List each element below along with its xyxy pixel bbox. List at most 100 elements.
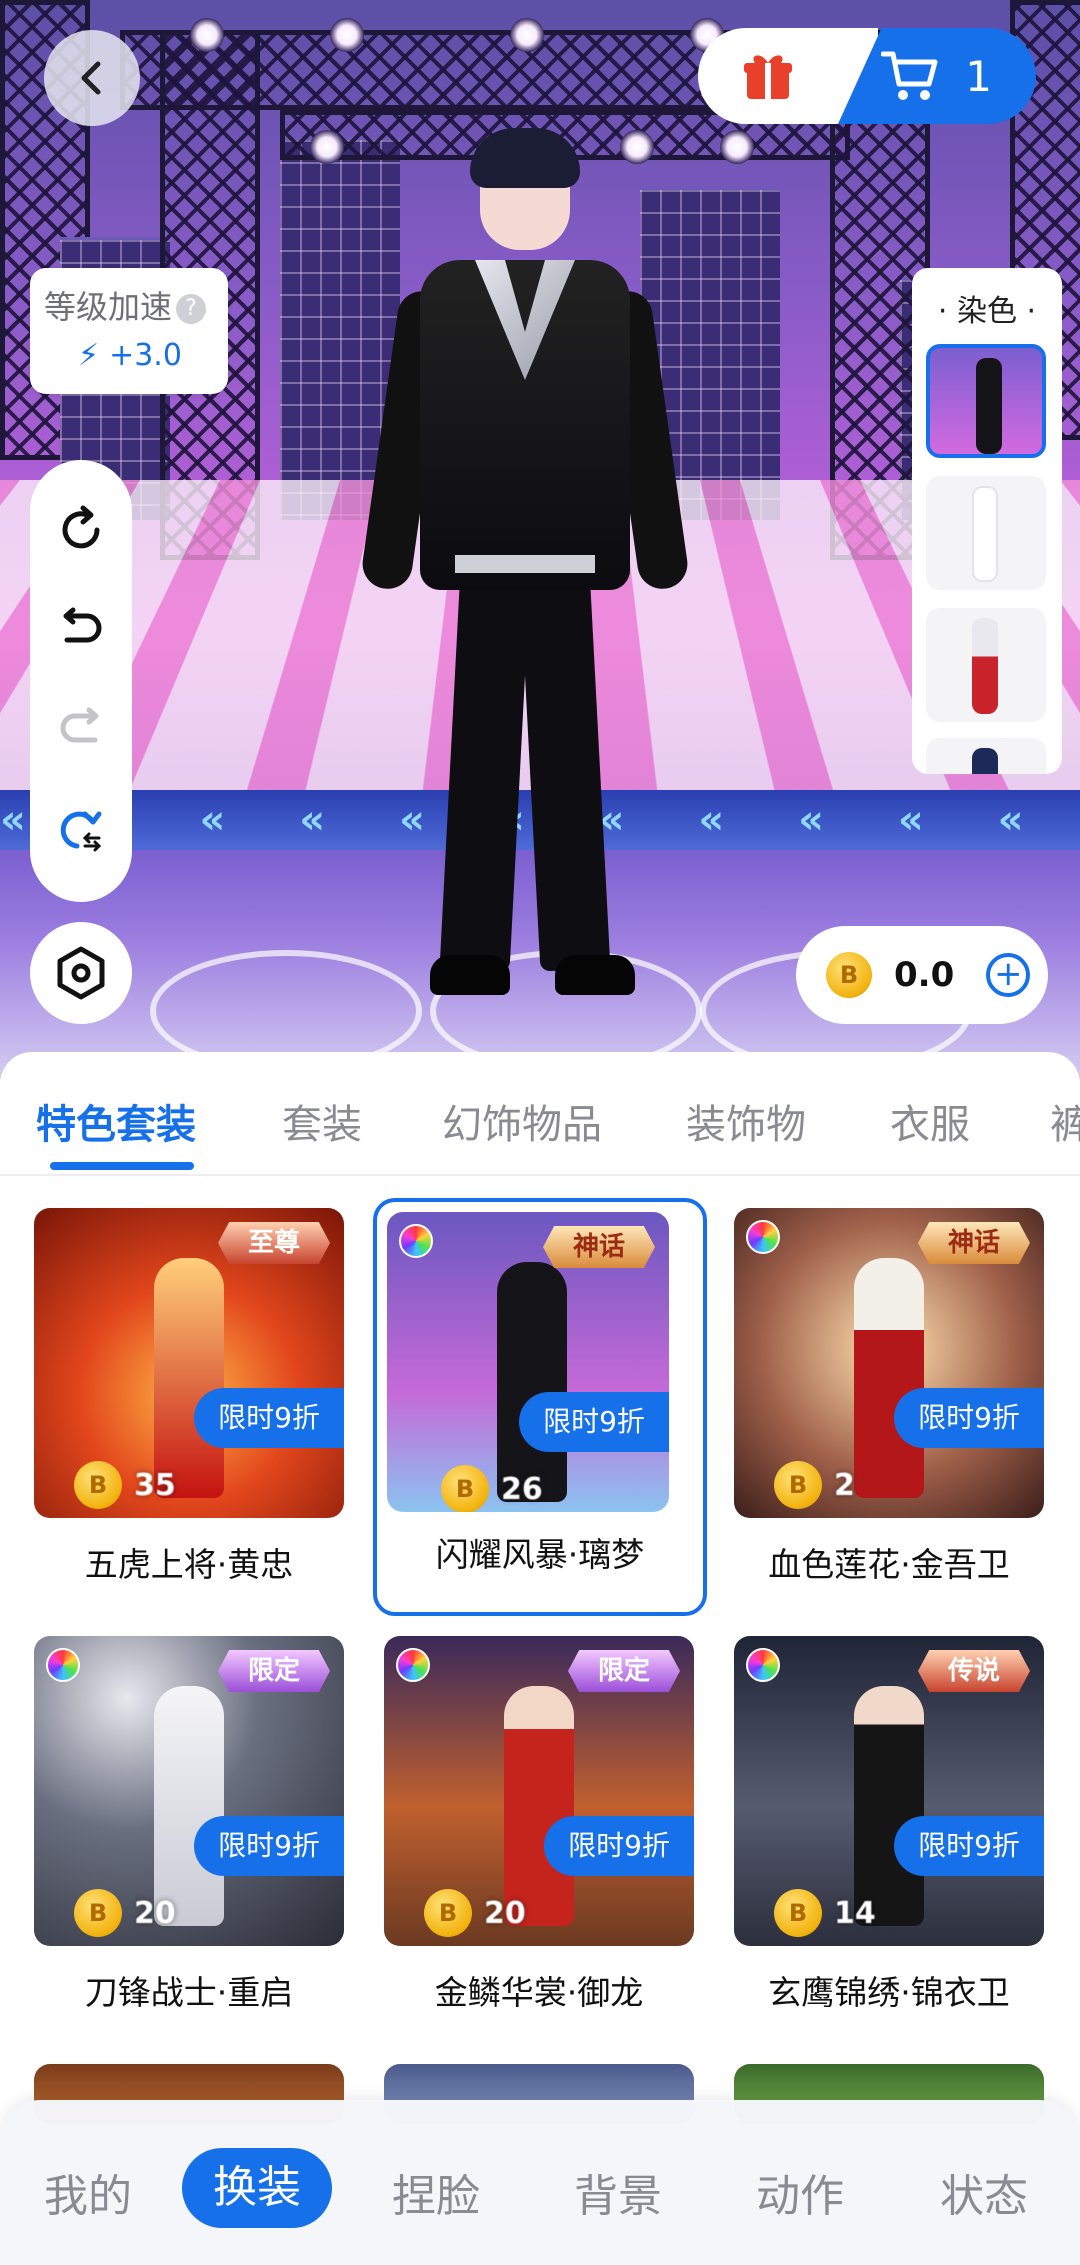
rarity-badge: 神话 xyxy=(543,1226,655,1268)
tab-clothes[interactable]: 衣服 xyxy=(890,1092,970,1150)
outfit-card-selected[interactable]: 神话 限时9折 B 26 闪耀风暴·璃梦 xyxy=(373,1198,707,1616)
discount-badge: 限时9折 xyxy=(194,1388,344,1448)
outfit-card-art: 神话 限时9折 B 2 xyxy=(734,1208,1044,1518)
discount-badge: 限时9折 xyxy=(519,1392,669,1452)
outfit-card-art: 至尊 限时9折 B 35 xyxy=(34,1208,344,1518)
price-value: 20 xyxy=(134,1895,176,1931)
discount-badge: 限时9折 xyxy=(894,1816,1044,1876)
avatar-leg xyxy=(519,568,611,972)
rarity-badge: 至尊 xyxy=(218,1222,330,1264)
discount-badge: 限时9折 xyxy=(544,1816,694,1876)
dye-available-icon xyxy=(399,1224,433,1258)
undo-icon xyxy=(63,607,102,643)
rarity-badge: 限定 xyxy=(568,1650,680,1692)
outfit-name: 血色莲花·金吾卫 xyxy=(768,1545,1010,1584)
outfit-card[interactable]: 限定 限时9折 B 20 刀锋战士·重启 xyxy=(34,1636,344,2036)
reset-pose-button[interactable] xyxy=(41,790,121,870)
level-boost-card[interactable]: 等级加速? ⚡ +3.0 xyxy=(30,268,228,394)
dye-available-icon xyxy=(46,1648,80,1682)
plus-icon[interactable]: + xyxy=(986,953,1031,997)
stage-light xyxy=(510,18,544,52)
price-value: 14 xyxy=(834,1895,876,1931)
dye-available-icon xyxy=(746,1220,780,1254)
dye-available-icon xyxy=(746,1648,780,1682)
tab-illusion-items[interactable]: 幻饰物品 xyxy=(442,1092,602,1150)
nav-action[interactable]: 动作 xyxy=(756,2160,844,2224)
undo-button[interactable] xyxy=(41,590,121,670)
price-tag: B 14 xyxy=(774,1888,876,1938)
tabs-divider xyxy=(0,1174,1080,1176)
reset-pose-icon xyxy=(60,811,102,852)
coin-icon: B xyxy=(774,1461,822,1509)
stage-light xyxy=(330,18,364,52)
wardrobe-sheet: 特色套装 套装 幻饰物品 装饰物 衣服 裤 至尊 限时9折 B 35 五虎上将·… xyxy=(0,1052,1080,2265)
tab-pants[interactable]: 裤 xyxy=(1050,1092,1080,1150)
refresh-button[interactable] xyxy=(41,490,121,570)
price-tag: B 35 xyxy=(74,1460,176,1510)
outfit-card-art: 神话 限时9折 B 26 xyxy=(387,1212,669,1512)
nav-face[interactable]: 捏脸 xyxy=(392,2160,480,2224)
price-tag: B 2 xyxy=(774,1460,855,1510)
outfit-card[interactable]: 传说 限时9折 B 14 玄鹰锦绣·锦衣卫 xyxy=(734,1636,1044,2036)
outfit-card[interactable]: 至尊 限时9折 B 35 五虎上将·黄忠 xyxy=(34,1208,344,1608)
level-boost-value-row: ⚡ +3.0 xyxy=(78,338,182,373)
dye-thumbnail[interactable] xyxy=(926,476,1046,590)
discount-badge: 限时9折 xyxy=(894,1388,1044,1448)
level-boost-label: 等级加速 xyxy=(44,288,173,326)
redo-button[interactable] xyxy=(41,690,121,770)
tab-accessories[interactable]: 装饰物 xyxy=(686,1092,806,1150)
back-arrow-icon xyxy=(81,61,101,95)
settings-button[interactable] xyxy=(30,922,132,1024)
outfit-card-art: 传说 限时9折 B 14 xyxy=(734,1636,1044,1946)
coin-icon: B xyxy=(424,1889,472,1937)
tab-sets[interactable]: 套装 xyxy=(282,1092,362,1150)
outfit-name: 玄鹰锦绣·锦衣卫 xyxy=(768,1973,1010,2012)
outfit-card[interactable]: 限定 限时9折 B 20 金鳞华裳·御龙 xyxy=(384,1636,694,2036)
price-value: 26 xyxy=(501,1471,543,1507)
level-boost-value: +3.0 xyxy=(109,338,182,373)
avatar-shoe xyxy=(430,955,510,995)
dye-thumbnail[interactable] xyxy=(926,344,1046,458)
level-boost-label-row: 等级加速? xyxy=(44,282,207,328)
avatar-character[interactable] xyxy=(359,120,691,1020)
coin-balance: B 0.0 + xyxy=(796,926,1048,1024)
nav-mine[interactable]: 我的 xyxy=(44,2160,132,2224)
outfit-card[interactable]: 神话 限时9折 B 2 血色莲花·金吾卫 xyxy=(734,1208,1044,1608)
rarity-badge: 神话 xyxy=(918,1222,1030,1264)
cart-count: 1 xyxy=(965,51,992,101)
avatar-shoe xyxy=(555,955,635,995)
coin-icon: B xyxy=(774,1889,822,1937)
nav-status[interactable]: 状态 xyxy=(940,2160,1028,2224)
price-tag: B 20 xyxy=(74,1888,176,1938)
rarity-badge: 限定 xyxy=(218,1650,330,1692)
price-value: 2 xyxy=(834,1467,855,1503)
coin-icon: B xyxy=(74,1889,122,1937)
tab-featured-sets[interactable]: 特色套装 xyxy=(36,1092,196,1150)
discount-badge: 限时9折 xyxy=(194,1816,344,1876)
category-tabs: 特色套装 套装 幻饰物品 装饰物 衣服 裤 xyxy=(0,1092,1080,1172)
avatar-belt xyxy=(455,555,595,573)
nav-background[interactable]: 背景 xyxy=(574,2160,662,2224)
outfit-name: 五虎上将·黄忠 xyxy=(84,1545,294,1584)
stage-light xyxy=(310,130,344,164)
question-icon[interactable]: ? xyxy=(176,294,207,324)
active-tab-indicator xyxy=(50,1162,194,1170)
nav-dress-up[interactable]: 换装 xyxy=(182,2148,332,2228)
price-tag: B 26 xyxy=(441,1464,543,1512)
price-value: 20 xyxy=(484,1895,526,1931)
avatar-leg xyxy=(439,568,531,972)
dye-thumbnail[interactable] xyxy=(926,608,1046,722)
coin-icon: B xyxy=(74,1461,122,1509)
edit-toolbar xyxy=(30,460,132,902)
dye-thumbnail-figure xyxy=(972,486,998,582)
lightning-icon: ⚡ xyxy=(78,338,100,373)
avatar-jacket xyxy=(420,260,630,590)
outfit-figure xyxy=(854,1258,924,1498)
dye-thumbnail[interactable] xyxy=(926,738,1046,774)
back-button[interactable] xyxy=(44,30,140,126)
rarity-badge: 传说 xyxy=(918,1650,1030,1692)
bottom-navigation: 我的 换装 捏脸 背景 动作 状态 xyxy=(0,2100,1080,2265)
dye-panel-title: · 染色 · xyxy=(937,294,1037,329)
outfit-card-art: 限定 限时9折 B 20 xyxy=(384,1636,694,1946)
coin-icon: B xyxy=(826,952,872,998)
